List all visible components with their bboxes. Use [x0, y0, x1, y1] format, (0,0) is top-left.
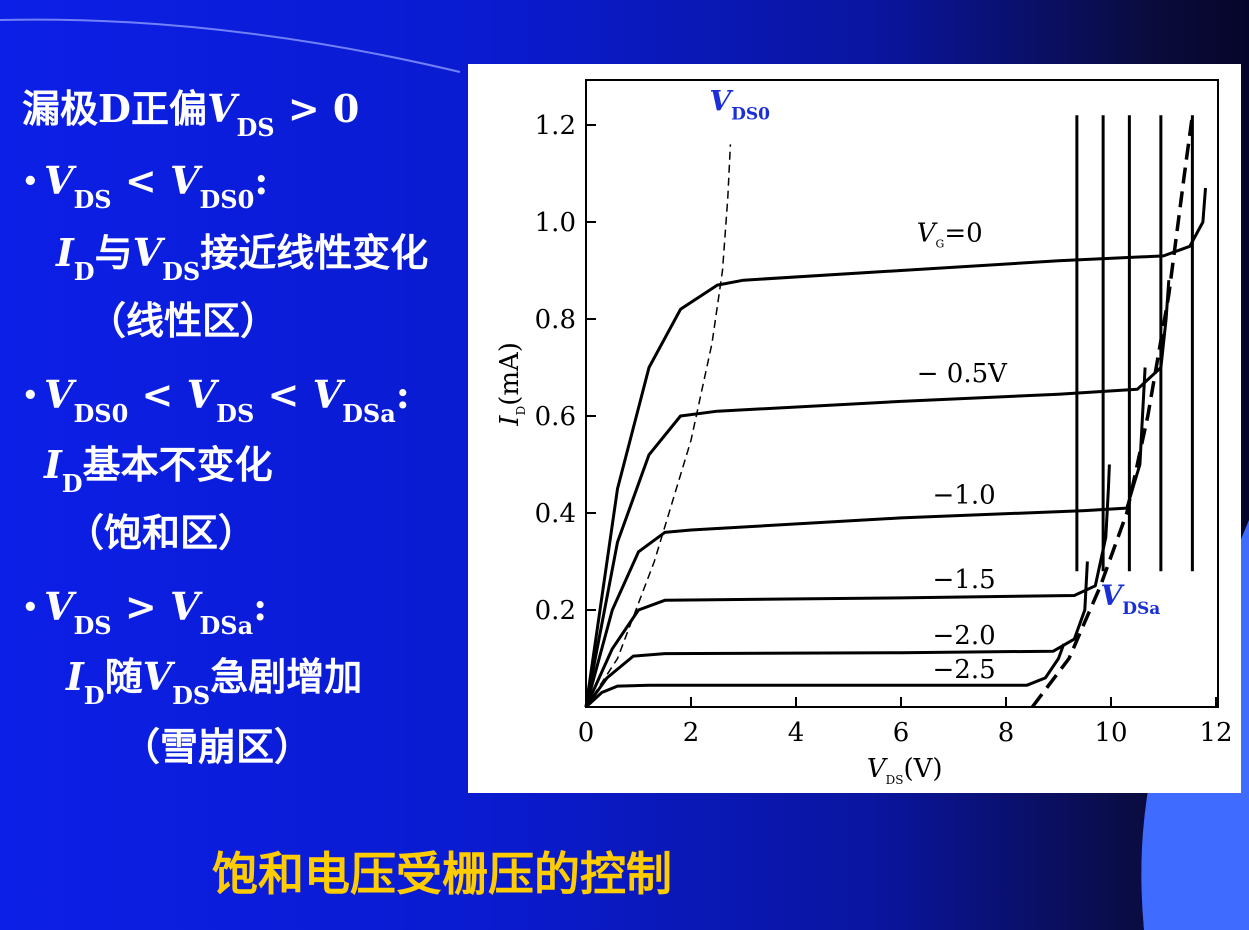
series-label: − 0.5V [917, 359, 1008, 389]
bullet-marker: • [22, 593, 39, 623]
x-tick-label: 4 [788, 718, 805, 748]
heading-prefix: 漏极D正偏 [22, 86, 207, 131]
item-1-description: ID与VDS接近线性变化 [56, 230, 429, 286]
y-tick-label: 0.8 [535, 305, 576, 335]
item-3-condition: • VDS > VDSa: [22, 584, 268, 640]
y-tick-label: 1.0 [535, 208, 576, 238]
item-1-condition: • VDS < VDS0: [22, 158, 269, 214]
heading-sub: DS [236, 113, 275, 142]
bullet-marker: • [22, 381, 39, 411]
y-axis-label: ID(mA) [495, 342, 528, 427]
vdsa-label: VDSa [1101, 579, 1161, 619]
heading-line: 漏极D正偏VDS > 0 [22, 90, 359, 140]
y-tick-label: 1.2 [535, 111, 576, 141]
series-line [584, 464, 1111, 708]
bullet-marker: • [22, 167, 39, 197]
vds0-label: VDS0 [709, 84, 770, 124]
vdsa-curve [1030, 115, 1195, 709]
x-tick-label: 6 [893, 718, 910, 748]
series-label: −2.0 [933, 621, 996, 651]
item-1-region: （线性区） [88, 298, 279, 343]
x-tick-label: 8 [998, 718, 1015, 748]
item-2-region: （饱和区） [66, 510, 257, 555]
series-label: −1.0 [933, 480, 996, 510]
id-vds-chart: 0 2 4 6 8 10 12 0.2 0.4 0.6 0.8 1.0 1.2 VDS(V) ID(mA) V… [495, 79, 1233, 787]
item-2-description: ID基本不变化 [44, 442, 273, 498]
x-tick-label: 2 [683, 718, 700, 748]
y-tick-label: 0.4 [535, 499, 576, 529]
item-3-region: （雪崩区） [122, 724, 313, 769]
series-line [584, 367, 1147, 708]
footer-title: 饱和电压受栅压的控制 [212, 847, 672, 901]
x-tick-label: 10 [1094, 718, 1127, 748]
x-axis-label: VDS(V) [867, 754, 943, 787]
item-3-description: ID随VDS急剧增加 [66, 654, 363, 710]
series-label: VG=0 [917, 218, 983, 250]
y-tick-label: 0.2 [535, 596, 576, 626]
x-tick-label: 12 [1199, 718, 1232, 748]
series-label: −2.5 [933, 655, 996, 685]
series-line [584, 280, 1171, 708]
series-line [584, 187, 1207, 708]
heading-suffix: > 0 [274, 86, 360, 131]
x-tick-label: 0 [578, 718, 595, 748]
chart-panel: 0 2 4 6 8 10 12 0.2 0.4 0.6 0.8 1.0 1.2 VDS(V) ID(mA) V… [468, 64, 1241, 793]
series-label: −1.5 [933, 565, 996, 595]
heading-var: V [206, 86, 237, 131]
item-2-condition: • VDS0 < VDS < VDSa: [22, 372, 410, 428]
y-tick-label: 0.6 [535, 402, 576, 432]
